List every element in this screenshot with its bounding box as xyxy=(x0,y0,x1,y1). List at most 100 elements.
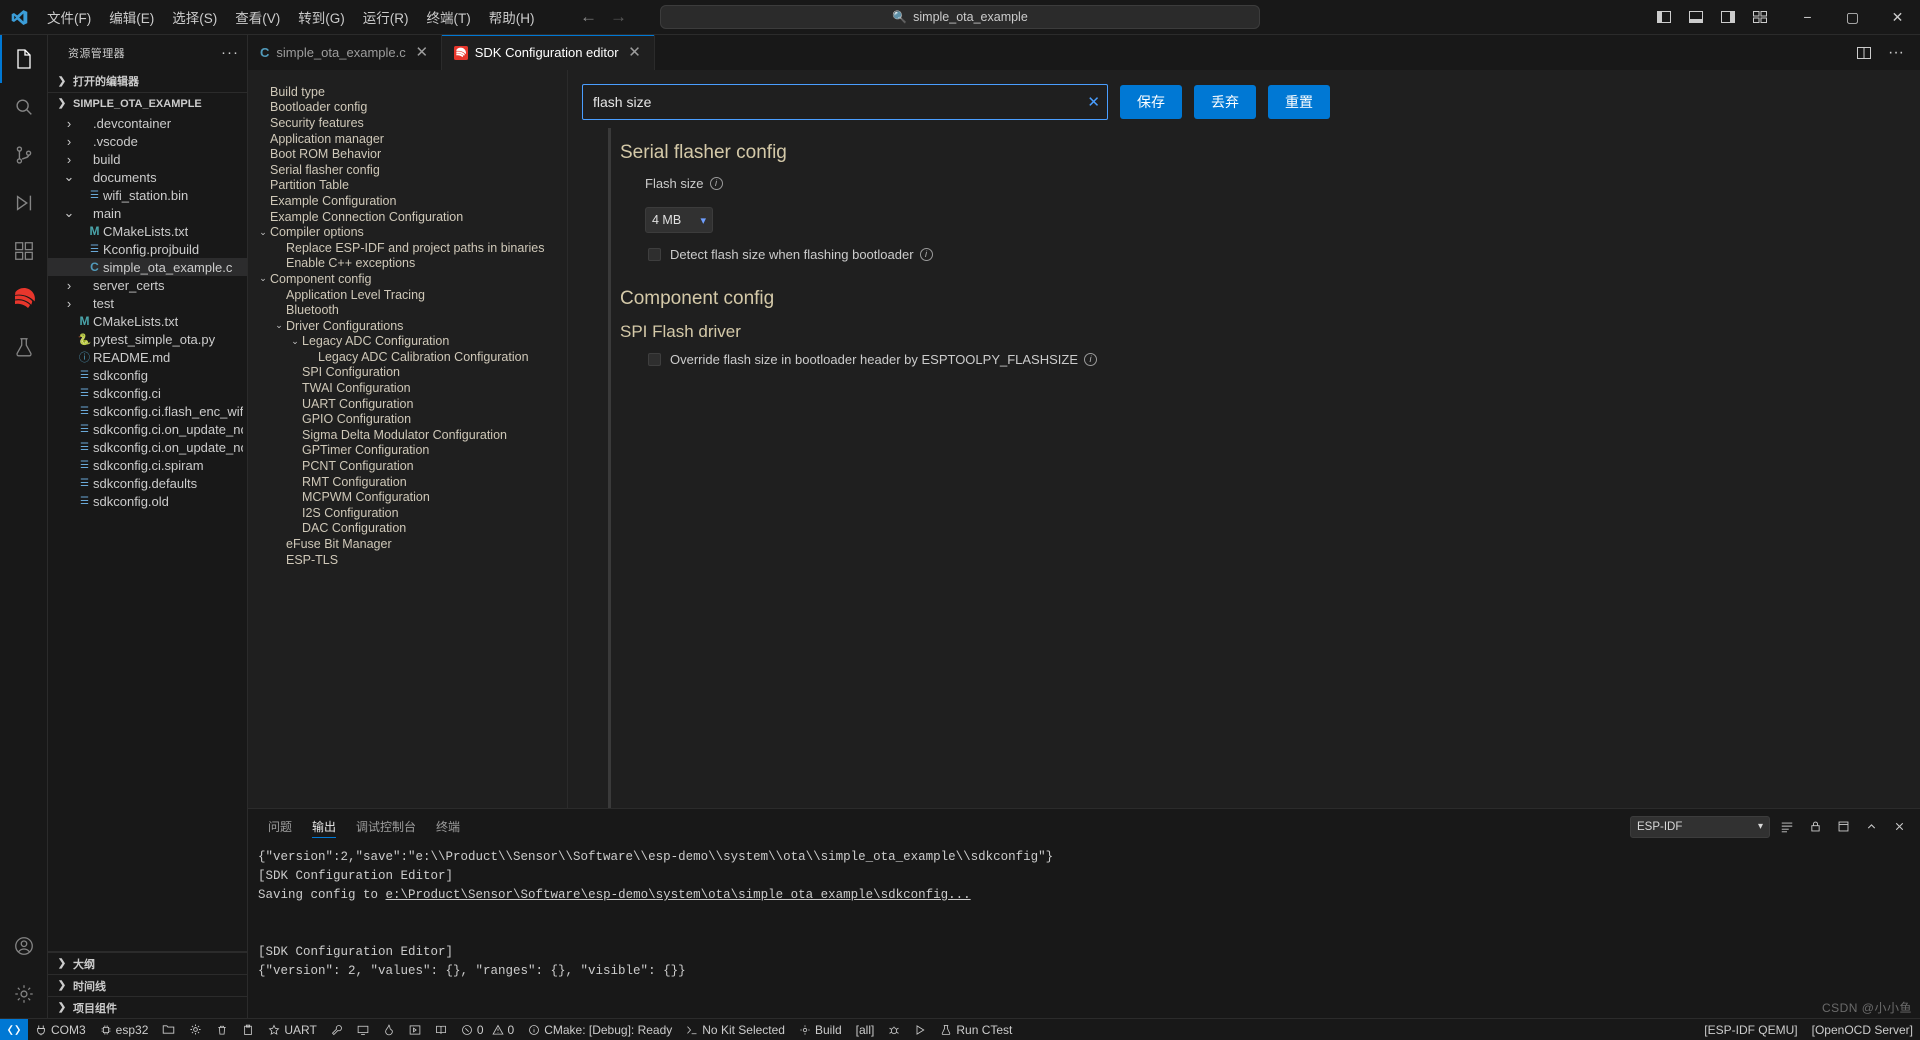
tree-folder-item[interactable]: › .vscode xyxy=(48,132,247,150)
config-nav-item[interactable]: Bootloader config xyxy=(248,100,567,116)
status-target-chip[interactable]: esp32 xyxy=(93,1019,156,1040)
status-menuconfig-gear-icon[interactable] xyxy=(182,1019,209,1040)
toggle-secondary-sidebar-icon[interactable] xyxy=(1713,3,1743,31)
activity-search[interactable] xyxy=(0,83,48,131)
menu-edit[interactable]: 编辑(E) xyxy=(100,0,163,34)
override-flash-size-checkbox[interactable] xyxy=(648,353,661,366)
config-nav-item[interactable]: ⌄ Component config xyxy=(248,271,567,287)
config-nav-item[interactable]: RMT Configuration xyxy=(248,474,567,490)
activity-manage-gear-icon[interactable] xyxy=(0,970,48,1018)
config-nav-item[interactable]: SPI Configuration xyxy=(248,365,567,381)
tree-folder-item[interactable]: › test xyxy=(48,294,247,312)
clear-output-icon[interactable] xyxy=(1776,816,1798,838)
tree-file-item[interactable]: ☰ sdkconfig.defaults xyxy=(48,474,247,492)
activity-accounts[interactable] xyxy=(0,922,48,970)
close-icon[interactable] xyxy=(1888,816,1910,838)
tree-folder-item[interactable]: › server_certs xyxy=(48,276,247,294)
tree-file-item[interactable]: ☰ sdkconfig.ci.flash_enc_wifi xyxy=(48,402,247,420)
output-path-link[interactable]: e:\Product\Sensor\Software\esp-demo\syst… xyxy=(386,888,971,902)
editor-more-actions[interactable]: ··· xyxy=(1882,39,1910,67)
config-nav-item[interactable]: PCNT Configuration xyxy=(248,458,567,474)
status-launch-play-icon[interactable] xyxy=(907,1019,933,1040)
config-nav-item[interactable]: Application Level Tracing xyxy=(248,287,567,303)
menu-file[interactable]: 文件(F) xyxy=(38,0,100,34)
config-nav-item[interactable]: MCPWM Configuration xyxy=(248,489,567,505)
tree-file-item[interactable]: Csimple_ota_example.c xyxy=(48,258,247,276)
tree-folder-item[interactable]: ⌄ main xyxy=(48,204,247,222)
status-esp-idf-qemu[interactable]: [ESP-IDF QEMU] xyxy=(1697,1019,1804,1040)
window-minimize-button[interactable]: − xyxy=(1785,0,1830,34)
info-icon[interactable]: i xyxy=(709,177,723,190)
config-nav-item[interactable]: TWAI Configuration xyxy=(248,380,567,396)
clear-search-icon[interactable]: ✕ xyxy=(1087,93,1100,111)
customize-layout-icon[interactable] xyxy=(1745,3,1775,31)
config-nav-item[interactable]: DAC Configuration xyxy=(248,521,567,537)
status-wrench-icon[interactable] xyxy=(324,1019,350,1040)
info-icon[interactable]: i xyxy=(919,248,933,261)
chevron-up-icon[interactable] xyxy=(1860,816,1882,838)
status-errors-warnings[interactable]: 0 0 xyxy=(454,1019,521,1040)
tree-file-item[interactable]: ☰ Kconfig.projbuild xyxy=(48,240,247,258)
tree-folder-item[interactable]: › build xyxy=(48,150,247,168)
project-components-section[interactable]: ❯ 项目组件 xyxy=(48,996,247,1018)
split-editor-icon[interactable] xyxy=(1850,39,1878,67)
tree-file-item[interactable]: ☰ sdkconfig.ci.spiram xyxy=(48,456,247,474)
activity-espressif[interactable] xyxy=(0,275,48,323)
config-nav-item[interactable]: GPIO Configuration xyxy=(248,411,567,427)
outline-section[interactable]: ❯ 大纲 xyxy=(48,952,247,974)
config-nav-item[interactable]: UART Configuration xyxy=(248,396,567,412)
tree-file-item[interactable]: ⓘ README.md xyxy=(48,348,247,366)
tree-file-item[interactable]: ☰ sdkconfig.ci xyxy=(48,384,247,402)
panel-tab-terminal[interactable]: 终端 xyxy=(426,809,470,844)
config-nav-item[interactable]: Security features xyxy=(248,115,567,131)
detect-flash-size-row[interactable]: Detect flash size when flashing bootload… xyxy=(620,247,1920,262)
config-nav-item[interactable]: Example Configuration xyxy=(248,193,567,209)
status-fullclean-trash-icon[interactable] xyxy=(209,1019,235,1040)
tree-file-item[interactable]: ☰ wifi_station.bin xyxy=(48,186,247,204)
menu-selection[interactable]: 选择(S) xyxy=(163,0,226,34)
status-build-button[interactable]: Build xyxy=(792,1019,849,1040)
config-nav-item[interactable]: ESP-TLS xyxy=(248,552,567,568)
config-nav-item[interactable]: GPTimer Configuration xyxy=(248,443,567,459)
tree-file-item[interactable]: ☰ sdkconfig.ci.on_update_no_sb_rsa xyxy=(48,438,247,456)
timeline-section[interactable]: ❯ 时间线 xyxy=(48,974,247,996)
output-source-select[interactable]: ESP-IDF ▾ xyxy=(1630,815,1770,838)
status-kit-selector[interactable]: No Kit Selected xyxy=(679,1019,792,1040)
activity-explorer[interactable] xyxy=(0,35,48,83)
tree-folder-item[interactable]: › .devcontainer xyxy=(48,114,247,132)
panel-tab-problems[interactable]: 问题 xyxy=(258,809,302,844)
info-icon[interactable]: i xyxy=(1084,353,1098,366)
activity-extensions[interactable] xyxy=(0,227,48,275)
config-nav-item[interactable]: eFuse Bit Manager xyxy=(248,536,567,552)
config-nav-item[interactable]: Legacy ADC Calibration Configuration xyxy=(248,349,567,365)
tab-simple-ota-example-c[interactable]: C simple_ota_example.c ✕ xyxy=(248,35,442,70)
tree-file-item[interactable]: ☰ sdkconfig.old xyxy=(48,492,247,510)
toggle-primary-sidebar-icon[interactable] xyxy=(1649,3,1679,31)
tree-file-item[interactable]: M CMakeLists.txt xyxy=(48,312,247,330)
new-window-icon[interactable] xyxy=(1832,816,1854,838)
config-nav-item[interactable]: Example Connection Configuration xyxy=(248,209,567,225)
explorer-more-actions[interactable]: ··· xyxy=(221,44,239,61)
config-nav-item[interactable]: ⌄ Legacy ADC Configuration xyxy=(248,334,567,350)
config-nav-item[interactable]: Serial flasher config xyxy=(248,162,567,178)
status-clipboard-icon[interactable] xyxy=(235,1019,261,1040)
tree-file-item[interactable]: M CMakeLists.txt xyxy=(48,222,247,240)
override-flash-size-row[interactable]: Override flash size in bootloader header… xyxy=(620,352,1920,367)
config-nav-item[interactable]: Partition Table xyxy=(248,178,567,194)
close-icon[interactable]: ✕ xyxy=(413,45,431,60)
lock-icon[interactable] xyxy=(1804,816,1826,838)
status-serial-port[interactable]: COM3 xyxy=(28,1019,93,1040)
config-navigation-tree[interactable]: Build type Bootloader config Security feat… xyxy=(248,70,568,808)
panel-tab-debug-console[interactable]: 调试控制台 xyxy=(346,809,426,844)
config-search-input[interactable] xyxy=(582,84,1108,120)
project-root-section[interactable]: ❯ SIMPLE_OTA_EXAMPLE xyxy=(48,92,247,114)
activity-testing[interactable] xyxy=(0,323,48,371)
activity-source-control[interactable] xyxy=(0,131,48,179)
config-nav-item[interactable]: Application manager xyxy=(248,131,567,147)
status-monitor-icon[interactable] xyxy=(350,1019,376,1040)
status-flash-flame-icon[interactable] xyxy=(376,1019,402,1040)
status-build-flash-monitor-icon[interactable] xyxy=(402,1019,428,1040)
config-nav-item[interactable]: Sigma Delta Modulator Configuration xyxy=(248,427,567,443)
status-debug-bug-icon[interactable] xyxy=(881,1019,907,1040)
status-docs-book-icon[interactable] xyxy=(428,1019,454,1040)
